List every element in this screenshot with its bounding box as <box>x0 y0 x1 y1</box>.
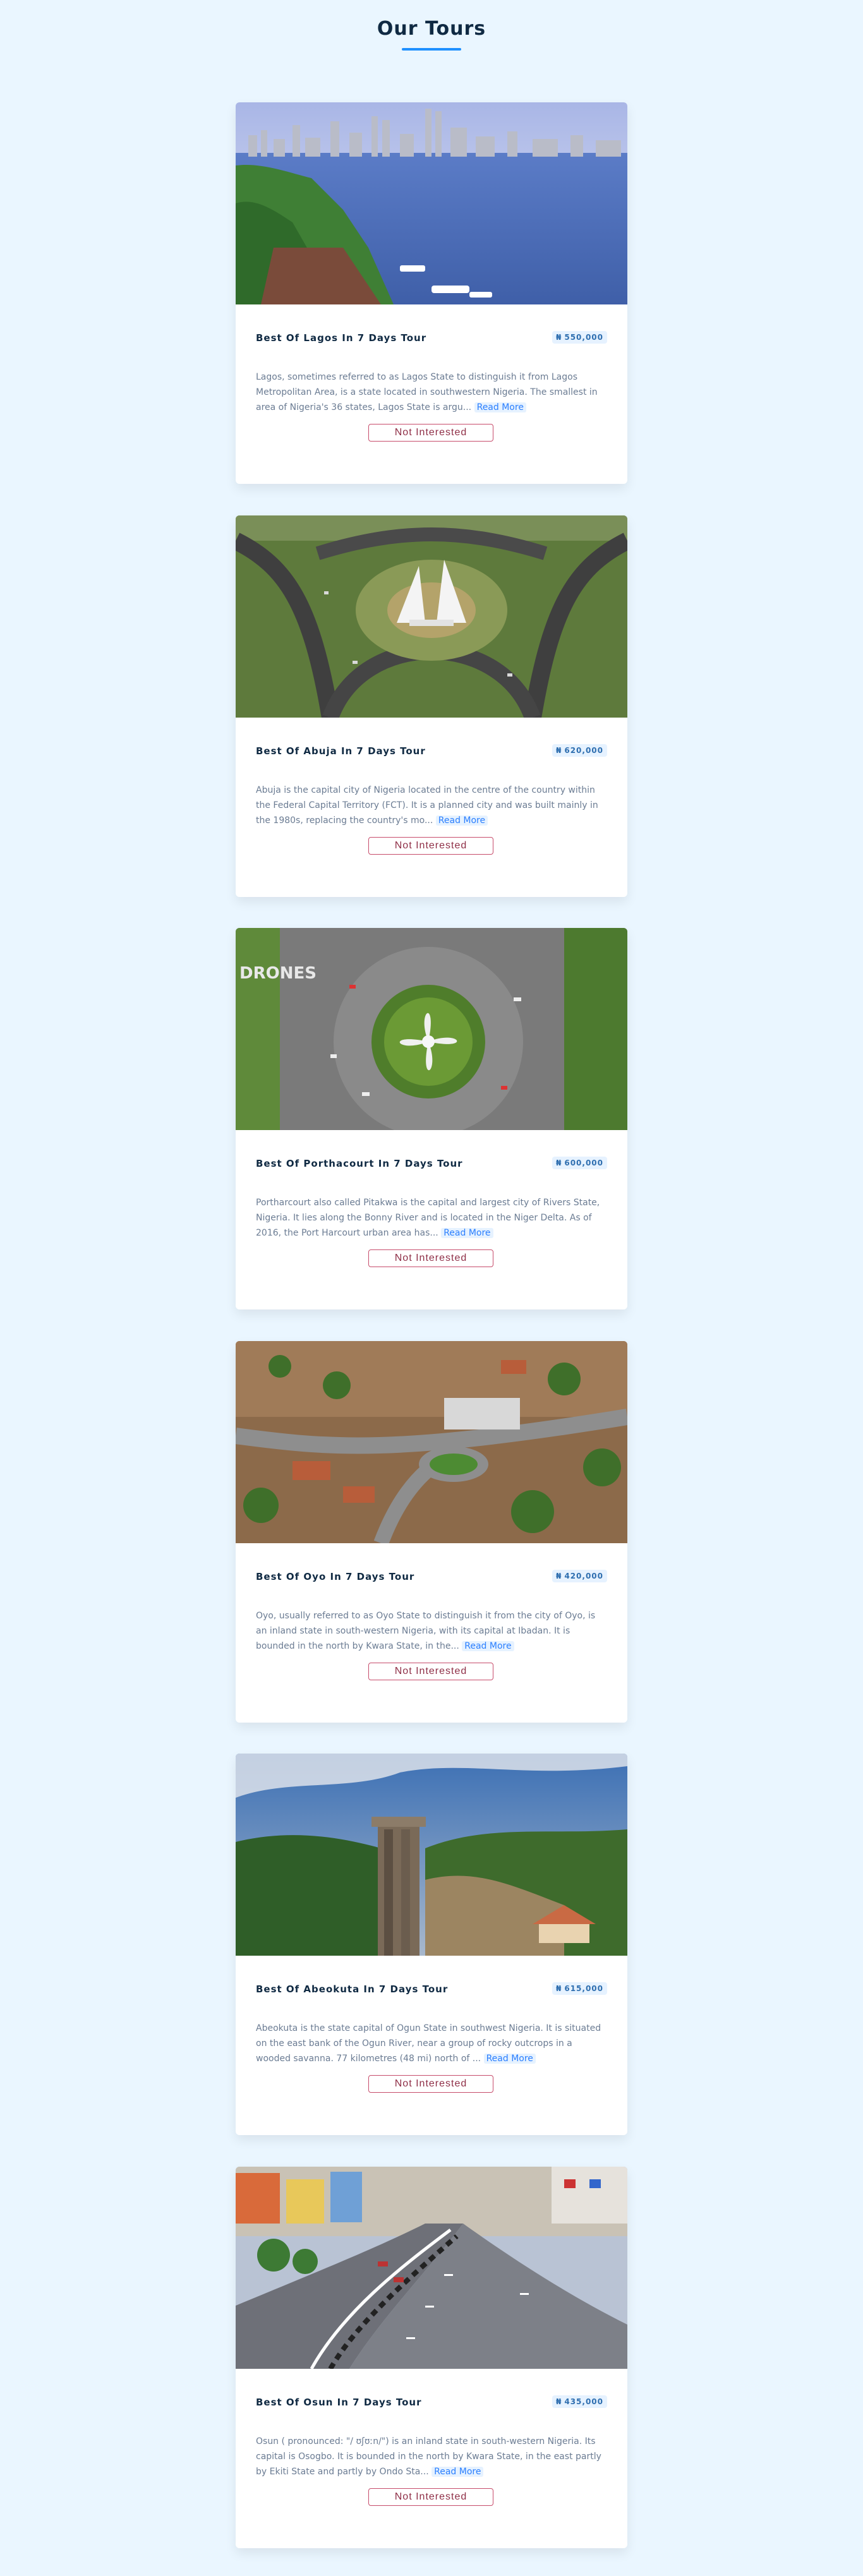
tour-title: Best Of Osun In 7 Days Tour <box>256 2397 422 2408</box>
description-text: Portharcourt also called Pitakwa is the … <box>256 1198 600 1238</box>
tour-card-body: Best Of Lagos In 7 Days Tour ₦ 550,000 La… <box>236 304 627 484</box>
not-interested-button[interactable]: Not Interested <box>368 2075 493 2093</box>
read-more-link[interactable]: Read More <box>431 2467 484 2477</box>
tour-description: Portharcourt also called Pitakwa is the … <box>256 1195 607 1241</box>
description-text: Oyo, usually referred to as Oyo State to… <box>256 1611 596 1651</box>
not-interested-button[interactable]: Not Interested <box>368 1663 493 1680</box>
tour-card-body: Best Of Oyo In 7 Days Tour ₦ 420,000 Oyo,… <box>236 1543 627 1723</box>
tour-description: Abeokuta is the state capital of Ogun St… <box>256 2021 607 2066</box>
price-badge: ₦ 550,000 <box>552 331 607 344</box>
naira-icon: ₦ <box>555 1984 562 1993</box>
description-text: Osun ( pronounced: "/ ʊʃʊːn/") is an inl… <box>256 2436 601 2477</box>
tour-card-body: Best Of Porthacourt In 7 Days Tour ₦ 600,… <box>236 1130 627 1309</box>
tour-card-body: Best Of Abeokuta In 7 Days Tour ₦ 615,000… <box>236 1956 627 2135</box>
naira-icon: ₦ <box>555 1159 562 1167</box>
tour-card-body: Best Of Abuja In 7 Days Tour ₦ 620,000 Ab… <box>236 718 627 897</box>
price-value: 600,000 <box>564 1159 603 1167</box>
tour-card-body: Best Of Osun In 7 Days Tour ₦ 435,000 Osu… <box>236 2369 627 2548</box>
price-value: 550,000 <box>564 333 603 342</box>
not-interested-button[interactable]: Not Interested <box>368 837 493 855</box>
tour-description: Lagos, sometimes referred to as Lagos St… <box>256 370 607 415</box>
tour-image <box>236 102 627 304</box>
tour-card: DRONES Best Of Porthacourt In 7 Days Tou… <box>236 928 627 1309</box>
tour-description: Abuja is the capital city of Nigeria loc… <box>256 783 607 828</box>
price-badge: ₦ 600,000 <box>552 1157 607 1169</box>
naira-icon: ₦ <box>555 333 562 342</box>
price-value: 420,000 <box>564 1572 603 1580</box>
tour-card: Best Of Abuja In 7 Days Tour ₦ 620,000 Ab… <box>236 515 627 897</box>
read-more-link[interactable]: Read More <box>441 1228 493 1238</box>
tour-card: Best Of Osun In 7 Days Tour ₦ 435,000 Osu… <box>236 2167 627 2548</box>
tour-title: Best Of Oyo In 7 Days Tour <box>256 1571 415 1582</box>
tour-title: Best Of Lagos In 7 Days Tour <box>256 332 427 344</box>
price-badge: ₦ 615,000 <box>552 1982 607 1995</box>
read-more-link[interactable]: Read More <box>435 816 488 826</box>
tour-card: Best Of Oyo In 7 Days Tour ₦ 420,000 Oyo,… <box>236 1341 627 1723</box>
read-more-link[interactable]: Read More <box>462 1641 514 1651</box>
naira-icon: ₦ <box>555 2397 562 2406</box>
naira-icon: ₦ <box>555 746 562 755</box>
tour-image <box>236 1754 627 1956</box>
tour-image <box>236 1341 627 1543</box>
tour-card: Best Of Abeokuta In 7 Days Tour ₦ 615,000… <box>236 1754 627 2135</box>
tour-description: Oyo, usually referred to as Oyo State to… <box>256 1608 607 1654</box>
price-badge: ₦ 620,000 <box>552 744 607 757</box>
read-more-link[interactable]: Read More <box>483 2054 536 2064</box>
tour-card: Best Of Lagos In 7 Days Tour ₦ 550,000 La… <box>236 102 627 484</box>
price-value: 615,000 <box>564 1984 603 1993</box>
tour-title: Best Of Abeokuta In 7 Days Tour <box>256 1983 449 1995</box>
tour-image <box>236 2167 627 2369</box>
tour-image <box>236 515 627 718</box>
tour-title: Best Of Abuja In 7 Days Tour <box>256 745 426 757</box>
price-badge: ₦ 435,000 <box>552 2395 607 2408</box>
description-text: Abeokuta is the state capital of Ogun St… <box>256 2023 601 2064</box>
not-interested-button[interactable]: Not Interested <box>368 1249 493 1267</box>
not-interested-button[interactable]: Not Interested <box>368 424 493 442</box>
read-more-link[interactable]: Read More <box>474 402 526 412</box>
price-badge: ₦ 420,000 <box>552 1570 607 1582</box>
tour-title: Best Of Porthacourt In 7 Days Tour <box>256 1158 463 1169</box>
description-text: Lagos, sometimes referred to as Lagos St… <box>256 372 598 412</box>
price-value: 435,000 <box>564 2397 603 2406</box>
description-text: Abuja is the capital city of Nigeria loc… <box>256 785 598 826</box>
tour-description: Osun ( pronounced: "/ ʊʃʊːn/") is an inl… <box>256 2434 607 2479</box>
price-value: 620,000 <box>564 746 603 755</box>
not-interested-button[interactable]: Not Interested <box>368 2488 493 2506</box>
tour-list: Best Of Lagos In 7 Days Tour ₦ 550,000 La… <box>0 0 863 2576</box>
drone-watermark: DRONES <box>239 964 317 983</box>
tour-image: DRONES <box>236 928 627 1130</box>
naira-icon: ₦ <box>555 1572 562 1580</box>
